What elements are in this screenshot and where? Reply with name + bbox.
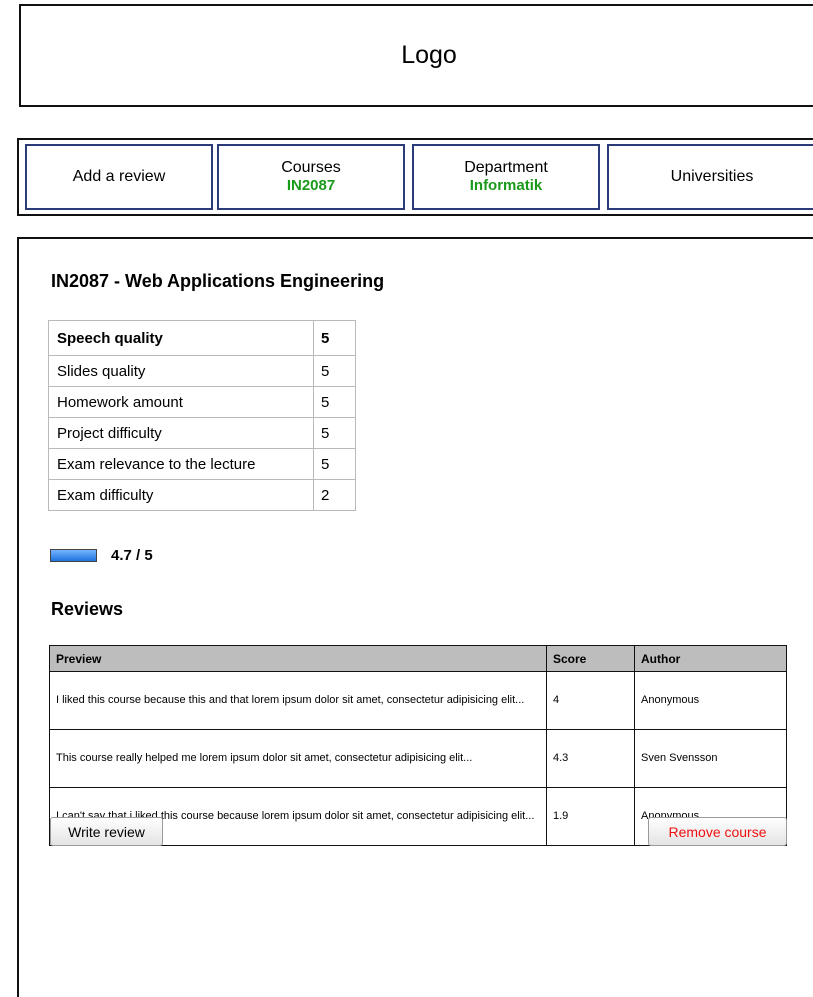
reviews-heading: Reviews bbox=[51, 599, 124, 619]
review-preview: I liked this course because this and tha… bbox=[49, 671, 547, 730]
nav-item-department[interactable]: Department Informatik bbox=[412, 144, 600, 210]
column-header-author[interactable]: Author bbox=[634, 645, 787, 672]
rating-value: 5 bbox=[313, 320, 356, 356]
rating-label: Homework amount bbox=[48, 386, 314, 418]
reviews-table: Preview Score Author I liked this course… bbox=[49, 645, 787, 846]
nav-item-label: Universities bbox=[670, 168, 754, 185]
nav-item-label: Department bbox=[464, 159, 548, 176]
logo-text: Logo bbox=[401, 41, 457, 69]
rating-row: Project difficulty 5 bbox=[48, 417, 356, 449]
rating-label: Project difficulty bbox=[48, 417, 314, 449]
rating-row: Speech quality 5 bbox=[48, 320, 356, 356]
write-review-button[interactable]: Write review bbox=[50, 817, 163, 846]
nav-item-add-review[interactable]: Add a review bbox=[25, 144, 213, 210]
review-row[interactable]: This course really helped me lorem ipsum… bbox=[49, 729, 787, 788]
nav-item-current-department: Informatik bbox=[469, 177, 543, 194]
review-preview: This course really helped me lorem ipsum… bbox=[49, 729, 547, 788]
course-title: IN2087 - Web Applications Engineering bbox=[51, 271, 385, 291]
reviews-header-row: Preview Score Author bbox=[49, 645, 787, 672]
overall-score-bar bbox=[50, 549, 97, 562]
review-score: 4.3 bbox=[546, 729, 635, 788]
review-score: 1.9 bbox=[546, 787, 635, 846]
column-header-preview[interactable]: Preview bbox=[49, 645, 547, 672]
rating-value: 2 bbox=[313, 479, 356, 511]
rating-value: 5 bbox=[313, 448, 356, 480]
nav-item-label: Courses bbox=[281, 159, 341, 176]
rating-label: Slides quality bbox=[48, 355, 314, 387]
review-score: 4 bbox=[546, 671, 635, 730]
rating-label: Exam difficulty bbox=[48, 479, 314, 511]
rating-label: Speech quality bbox=[48, 320, 314, 356]
rating-row: Homework amount 5 bbox=[48, 386, 356, 418]
ratings-table: Speech quality 5 Slides quality 5 Homework… bbox=[48, 320, 356, 511]
nav-item-courses[interactable]: Courses IN2087 bbox=[217, 144, 405, 210]
review-author: Sven Svensson bbox=[634, 729, 787, 788]
rating-row: Exam difficulty 2 bbox=[48, 479, 356, 511]
rating-value: 5 bbox=[313, 386, 356, 418]
nav-item-label: Add a review bbox=[72, 168, 166, 185]
rating-row: Exam relevance to the lecture 5 bbox=[48, 448, 356, 480]
rating-row: Slides quality 5 bbox=[48, 355, 356, 387]
column-header-score[interactable]: Score bbox=[546, 645, 635, 672]
rating-label: Exam relevance to the lecture bbox=[48, 448, 314, 480]
overall-score-text: 4.7 / 5 bbox=[111, 547, 153, 564]
review-author: Anonymous bbox=[634, 671, 787, 730]
nav-item-universities[interactable]: Universities bbox=[607, 144, 813, 210]
remove-course-button[interactable]: Remove course bbox=[648, 817, 787, 846]
nav-item-current-course: IN2087 bbox=[286, 177, 336, 194]
main-nav: Add a review Courses IN2087 Department I… bbox=[17, 138, 813, 216]
rating-value: 5 bbox=[313, 355, 356, 387]
review-row[interactable]: I liked this course because this and tha… bbox=[49, 671, 787, 730]
logo[interactable]: Logo bbox=[19, 4, 813, 107]
rating-value: 5 bbox=[313, 417, 356, 449]
